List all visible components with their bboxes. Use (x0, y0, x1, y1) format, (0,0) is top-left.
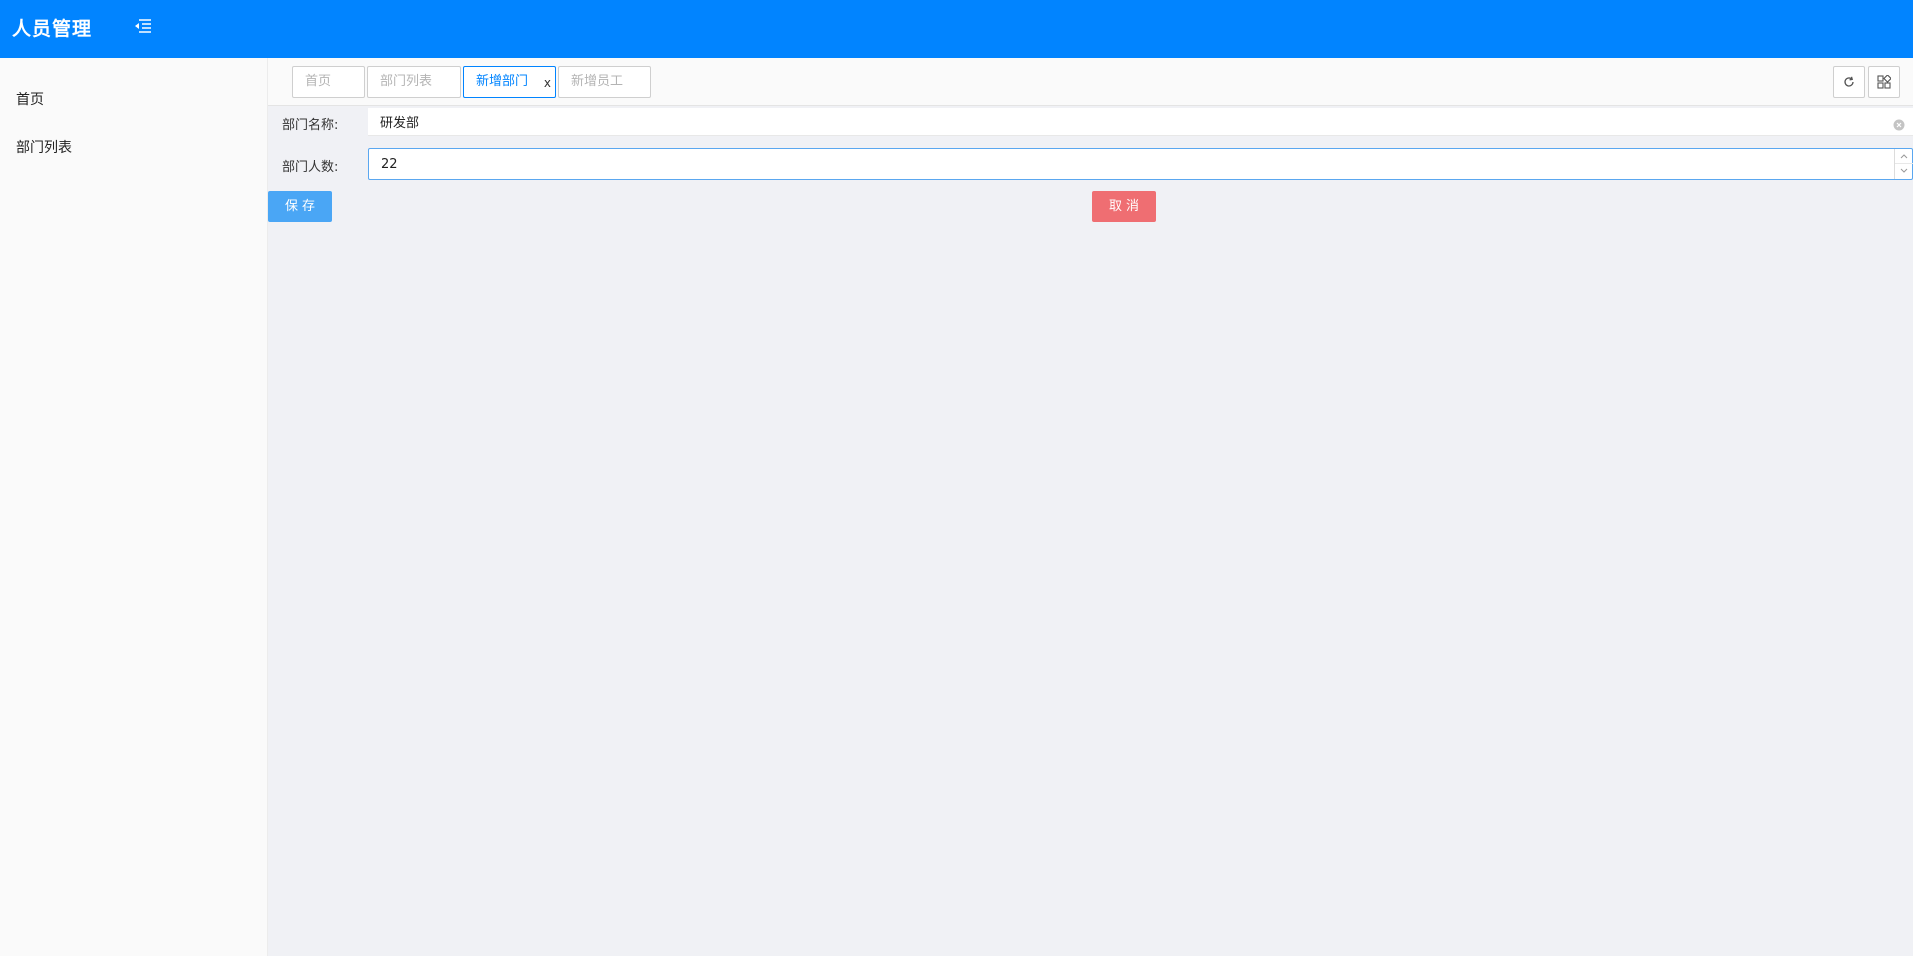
department-count-label: 部门人数: (282, 160, 339, 175)
sidebar: 首页 部门列表 (0, 58, 268, 956)
tab-label: 新增员工 (571, 74, 624, 89)
close-icon[interactable]: x (544, 68, 551, 98)
grid-button[interactable] (1868, 66, 1900, 98)
quantity-stepper (1894, 149, 1913, 179)
refresh-icon (1844, 76, 1854, 87)
tab-add-department[interactable]: 新增部门 x (463, 66, 556, 98)
tab-department-list[interactable]: 部门列表 (367, 66, 461, 98)
grid-icon (1877, 75, 1891, 89)
stepper-up-button[interactable] (1895, 149, 1913, 164)
app-title: 人员管理 (12, 18, 93, 40)
sidebar-item-department-list[interactable]: 部门列表 (16, 137, 72, 157)
sidebar-item-home[interactable]: 首页 (16, 89, 44, 109)
department-name-label: 部门名称: (282, 118, 339, 133)
tab-home[interactable]: 首页 (292, 66, 365, 98)
chevron-up-icon (1900, 154, 1908, 159)
tab-bar: 首页 部门列表 新增部门 x 新增员工 (268, 58, 1913, 106)
tab-label: 首页 (305, 74, 332, 89)
save-button[interactable]: 保存 (268, 191, 332, 222)
clear-icon[interactable] (1893, 116, 1905, 131)
cancel-button[interactable]: 取消 (1092, 191, 1156, 222)
tab-add-employee[interactable]: 新增员工 (558, 66, 651, 98)
department-name-input[interactable] (368, 108, 1913, 135)
chevron-down-icon (1900, 168, 1908, 173)
department-count-input[interactable] (369, 149, 1912, 179)
department-name-field (368, 108, 1913, 136)
tab-label: 新增部门 (476, 74, 529, 89)
department-count-field (368, 148, 1913, 180)
menu-fold-icon[interactable] (134, 18, 156, 40)
stepper-down-button[interactable] (1895, 164, 1913, 179)
tab-label: 部门列表 (380, 74, 433, 89)
refresh-button[interactable] (1833, 66, 1865, 98)
top-header: 人员管理 (0, 0, 1913, 58)
